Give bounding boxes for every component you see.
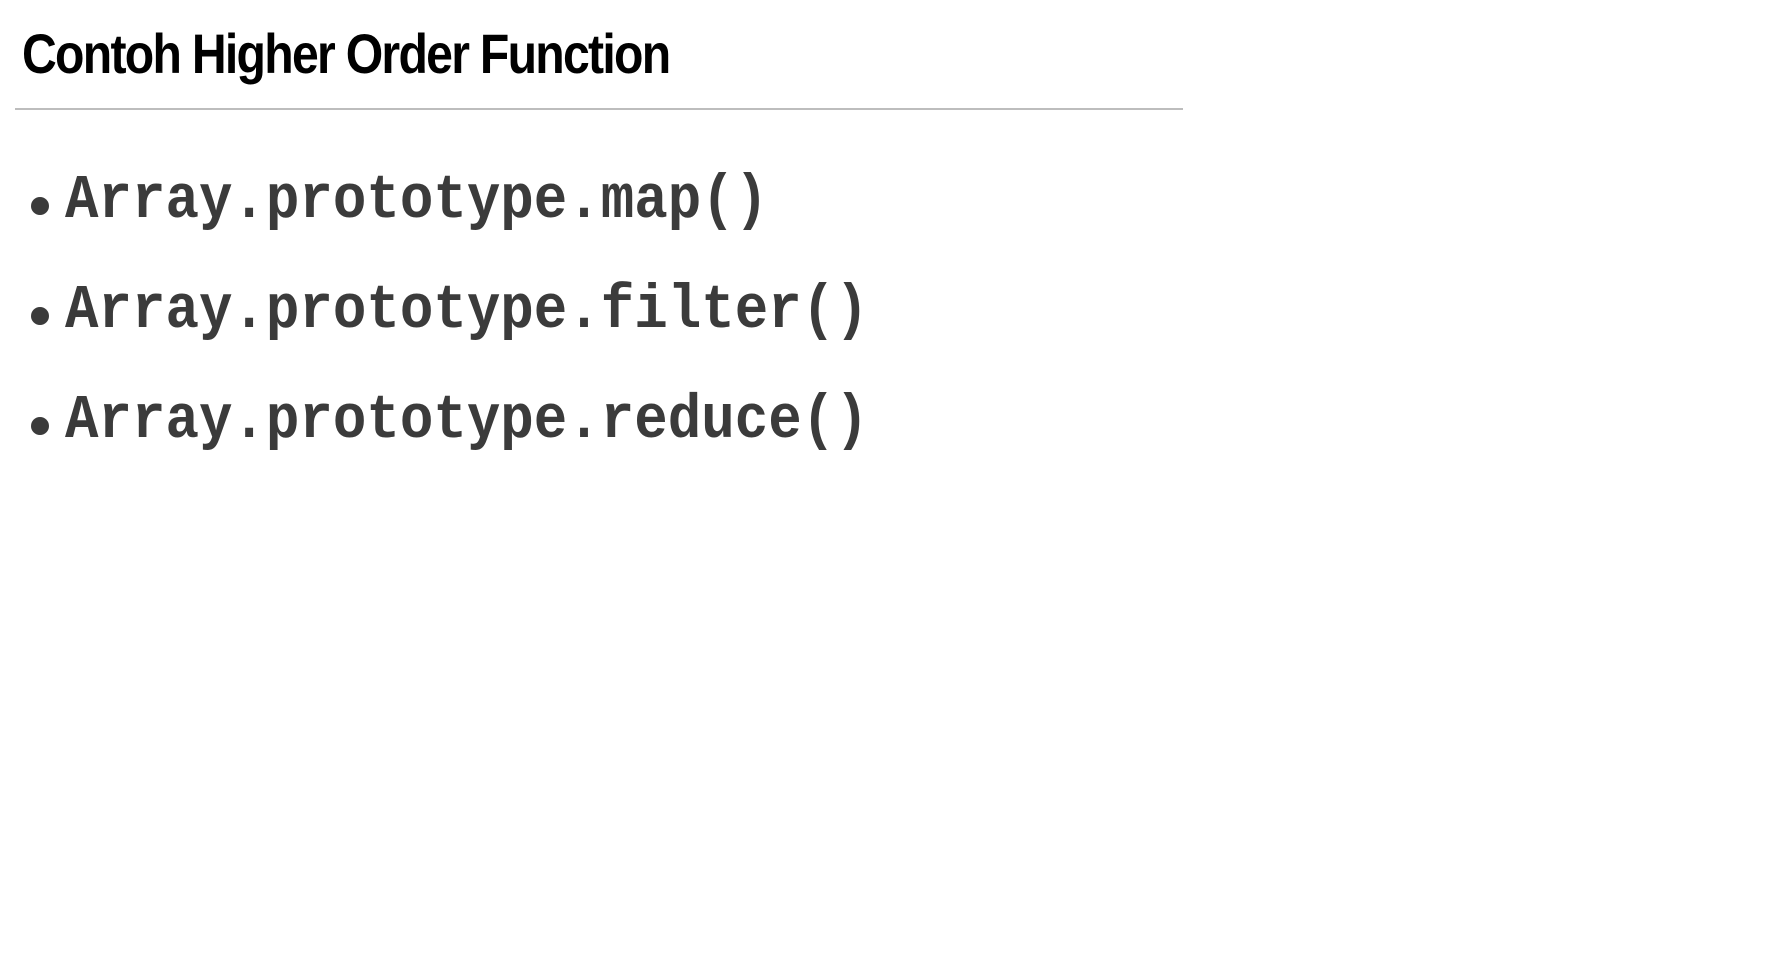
bullet-text-map: Array.prototype.map(): [65, 165, 769, 236]
bullet-dot-icon: [31, 417, 49, 435]
slide: Contoh Higher Order Function Array.proto…: [0, 0, 1775, 977]
title-divider: [15, 108, 1183, 110]
bullet-dot-icon: [31, 197, 49, 215]
bullet-text-filter: Array.prototype.filter(): [65, 275, 869, 346]
bullet-dot-icon: [31, 307, 49, 325]
bullet-text-reduce: Array.prototype.reduce(): [65, 385, 869, 456]
slide-title: Contoh Higher Order Function: [22, 22, 671, 85]
